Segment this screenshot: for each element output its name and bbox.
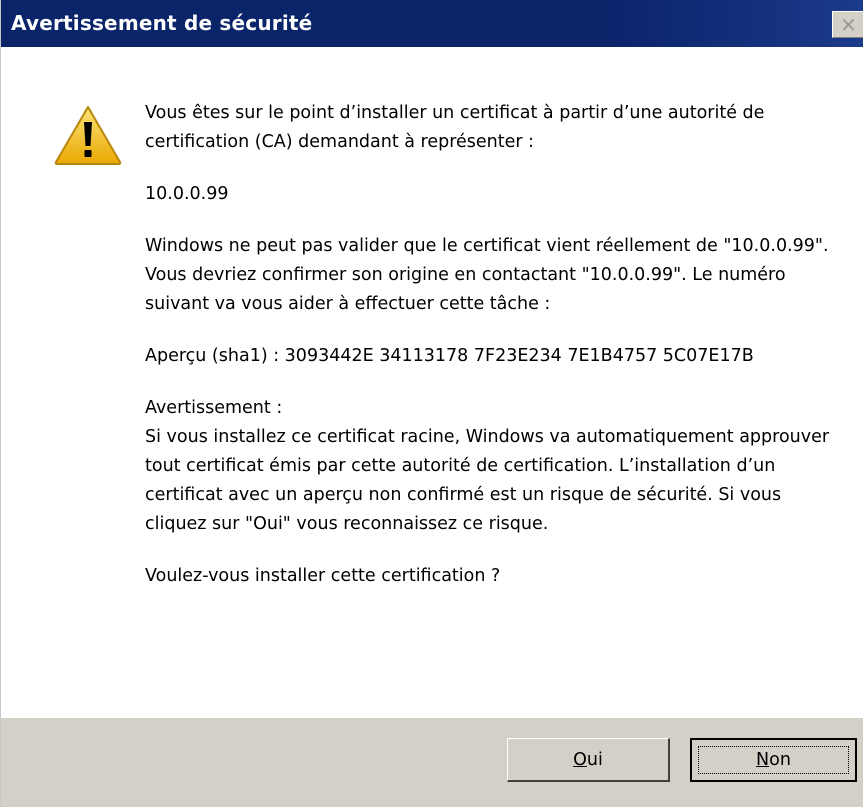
- focus-rectangle: [698, 746, 849, 774]
- close-button[interactable]: ✕: [832, 11, 863, 38]
- validation-text: Windows ne peut pas valider que le certi…: [145, 236, 829, 314]
- warning-body: Si vous installez ce certificat racine, …: [145, 427, 830, 534]
- no-button[interactable]: Non: [690, 738, 857, 782]
- yes-button[interactable]: Oui: [507, 738, 670, 782]
- message-body: Vous êtes sur le point d’installer un ce…: [145, 99, 845, 591]
- yes-button-label: Oui: [573, 749, 603, 770]
- question-text: Voulez-vous installer cette certificatio…: [145, 566, 501, 586]
- window-title: Avertissement de sécurité: [11, 11, 313, 35]
- close-icon: ✕: [840, 12, 857, 37]
- title-bar[interactable]: Avertissement de sécurité ✕: [1, 0, 863, 47]
- security-warning-dialog: Avertissement de sécurité ✕ Vous êtes su…: [0, 0, 863, 807]
- warning-icon: [54, 106, 122, 165]
- host-text: 10.0.0.99: [145, 184, 229, 204]
- warning-heading: Avertissement :: [145, 398, 283, 418]
- thumbprint-text: Aperçu (sha1) : 3093442E 34113178 7F23E2…: [145, 346, 754, 366]
- intro-text: Vous êtes sur le point d’installer un ce…: [145, 103, 765, 152]
